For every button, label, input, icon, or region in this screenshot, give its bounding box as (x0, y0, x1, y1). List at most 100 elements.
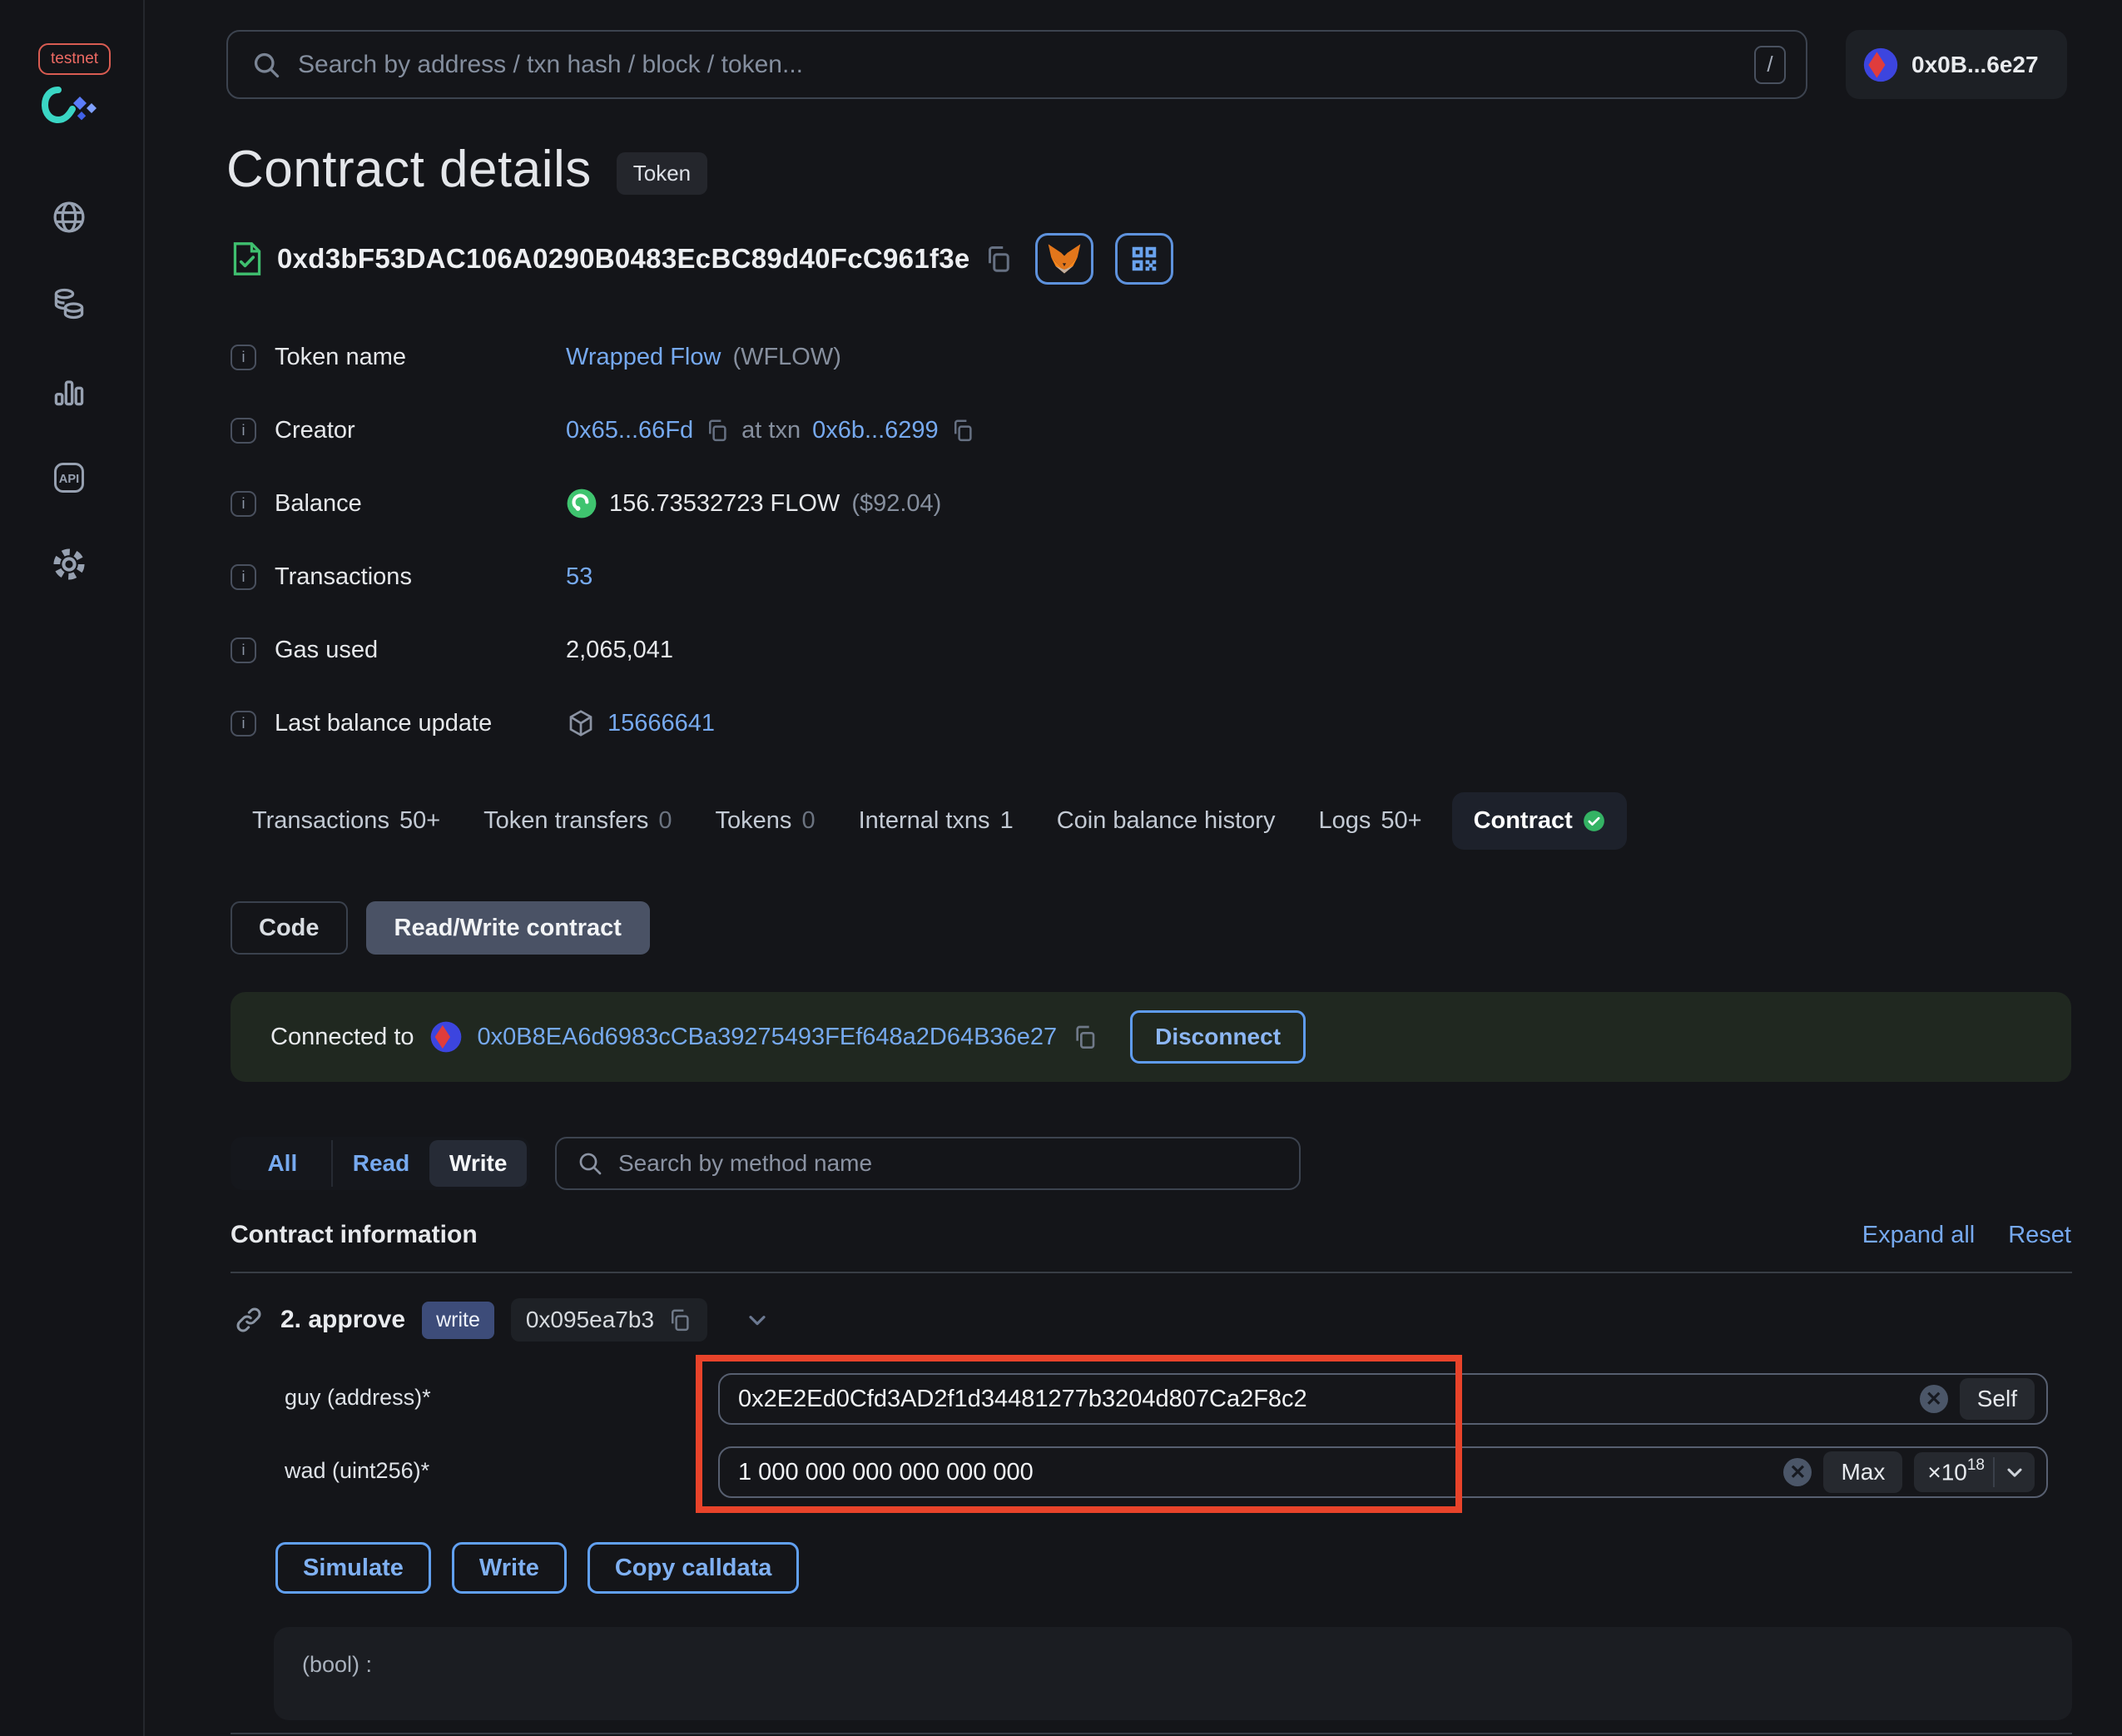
info-icon: i (231, 637, 256, 663)
sidebar: testnet API (0, 0, 145, 1736)
block-cube-icon (566, 708, 596, 738)
clear-guy-icon[interactable]: ✕ (1919, 1385, 1948, 1413)
copy-txn-icon[interactable] (950, 418, 975, 443)
section-divider (231, 1272, 2072, 1273)
api-icon[interactable]: API (51, 459, 87, 496)
copy-calldata-button[interactable]: Copy calldata (587, 1542, 800, 1594)
link-icon[interactable] (234, 1305, 264, 1335)
method-selector: 0x095ea7b3 (525, 1307, 655, 1332)
guy-field-label: guy (address)* (285, 1385, 431, 1410)
network-globe-icon[interactable] (51, 199, 87, 236)
gear-icon[interactable] (51, 546, 87, 583)
filter-all[interactable]: All (234, 1140, 331, 1187)
add-to-metamask-button[interactable] (1034, 233, 1093, 285)
method-search-input[interactable] (618, 1150, 1279, 1177)
filter-read[interactable]: Read (330, 1140, 430, 1187)
write-button[interactable]: Write (451, 1542, 567, 1594)
contract-subtabs: Code Read/Write contract (231, 901, 650, 955)
tab-internal-txns[interactable]: Internal txns 1 (837, 792, 1035, 850)
info-row-last-balance-update: i Last balance update 15666641 (231, 703, 715, 743)
verified-contract-icon (231, 241, 264, 277)
tab-coin-balance-history[interactable]: Coin balance history (1035, 792, 1297, 850)
wallet-connected-banner: Connected to 0x0B8EA6d6983cCBa39275493FE… (231, 992, 2071, 1082)
token-symbol: (WFLOW) (732, 343, 841, 370)
app-logo[interactable] (42, 83, 103, 126)
multiplier-dropdown[interactable]: ×1018 (1914, 1452, 2035, 1492)
multiplier-divider (1993, 1457, 1995, 1487)
code-tab-button[interactable]: Code (231, 901, 348, 955)
tab-tokens[interactable]: Tokens 0 (694, 792, 837, 850)
qr-code-button[interactable] (1114, 233, 1173, 285)
copy-address-icon[interactable] (984, 244, 1014, 274)
disconnect-button[interactable]: Disconnect (1130, 1010, 1306, 1064)
copy-wallet-address-icon[interactable] (1072, 1024, 1098, 1050)
contract-address-row: 0xd3bF53DAC106A0290B0483EcBC89d40FcC961f… (231, 233, 1173, 285)
tab-contract[interactable]: Contract (1451, 792, 1627, 850)
contract-address: 0xd3bF53DAC106A0290B0483EcBC89d40FcC961f… (277, 243, 970, 274)
search-icon (251, 50, 281, 80)
last-balance-update-block-link[interactable]: 15666641 (607, 710, 715, 737)
tab-transactions[interactable]: Transactions 50+ (231, 792, 462, 850)
chevron-down-icon[interactable] (744, 1307, 771, 1333)
clear-wad-icon[interactable]: ✕ (1783, 1458, 1812, 1486)
avatar (1862, 47, 1899, 83)
method-name: 2. approve (280, 1306, 406, 1333)
filter-write[interactable]: Write (429, 1140, 528, 1187)
search-shortcut-hint: / (1754, 45, 1786, 84)
info-icon: i (231, 710, 256, 737)
search-input[interactable] (298, 50, 1738, 79)
expand-all-link[interactable]: Expand all (1862, 1222, 1975, 1249)
reset-link[interactable]: Reset (2008, 1222, 2071, 1249)
transactions-label: Transactions (275, 563, 412, 590)
copy-selector-icon[interactable] (667, 1307, 692, 1332)
read-write-contract-tab-button[interactable]: Read/Write contract (365, 901, 650, 955)
wad-input[interactable] (738, 1458, 1772, 1486)
guy-field: ✕ Self (718, 1373, 2048, 1425)
method-search (555, 1137, 1301, 1190)
creator-address-link[interactable]: 0x65...66Fd (566, 417, 693, 444)
method-actions: Simulate Write Copy calldata (275, 1542, 800, 1594)
info-row-token-name: i Token name Wrapped Flow (WFLOW) (231, 337, 841, 377)
balance-label: Balance (275, 489, 362, 517)
svg-text:API: API (59, 473, 79, 486)
contract-details-page: { "colors": { "accent_blue": "#76a9ef", … (0, 0, 2122, 1736)
method-selector-chip[interactable]: 0x095ea7b3 (510, 1298, 708, 1342)
connected-wallet-address[interactable]: 0x0B8EA6d6983cCBa39275493FEf648a2D64B36e… (478, 1024, 1058, 1051)
gas-used-label: Gas used (275, 636, 379, 663)
wallet-avatar (429, 1020, 463, 1054)
info-row-balance: i Balance 156.73532723 FLOW ($92.04) (231, 484, 941, 523)
guy-input[interactable] (738, 1385, 1908, 1413)
method-output-panel: (bool) : (274, 1627, 2072, 1720)
search-icon (577, 1150, 603, 1177)
write-badge: write (422, 1301, 494, 1339)
info-icon: i (231, 490, 256, 517)
chevron-down-icon[interactable] (2003, 1461, 2026, 1484)
contract-information-title: Contract information (231, 1221, 478, 1248)
page-title: Contract details (226, 141, 592, 198)
network-badge: testnet (38, 43, 112, 75)
tokens-coins-icon[interactable] (51, 285, 87, 322)
transactions-count-link[interactable]: 53 (566, 563, 592, 591)
global-search: / (226, 30, 1807, 99)
max-button[interactable]: Max (1823, 1451, 1903, 1493)
bottom-divider (231, 1733, 2072, 1734)
copy-creator-icon[interactable] (705, 418, 730, 443)
account-button[interactable]: 0x0B...6e27 (1846, 30, 2067, 99)
balance-value: 156.73532723 FLOW (609, 489, 840, 517)
token-name-label: Token name (275, 343, 406, 370)
info-icon: i (231, 417, 256, 444)
simulate-button[interactable]: Simulate (275, 1542, 431, 1594)
info-row-gas-used: i Gas used 2,065,041 (231, 630, 673, 670)
flow-coin-icon (566, 488, 597, 519)
self-button[interactable]: Self (1959, 1378, 2035, 1420)
creation-txn-link[interactable]: 0x6b...6299 (812, 417, 939, 444)
method-type-filter: All Read Write (231, 1137, 530, 1190)
wad-field: ✕ Max ×1018 (718, 1446, 2048, 1498)
tab-token-transfers[interactable]: Token transfers 0 (462, 792, 693, 850)
token-name-link[interactable]: Wrapped Flow (566, 344, 721, 371)
tab-logs[interactable]: Logs 50+ (1297, 792, 1443, 850)
stats-chart-icon[interactable] (51, 373, 87, 409)
account-address: 0x0B...6e27 (1911, 51, 2039, 77)
method-approve-header[interactable]: 2. approve write 0x095ea7b3 (234, 1297, 771, 1343)
info-icon: i (231, 344, 256, 370)
